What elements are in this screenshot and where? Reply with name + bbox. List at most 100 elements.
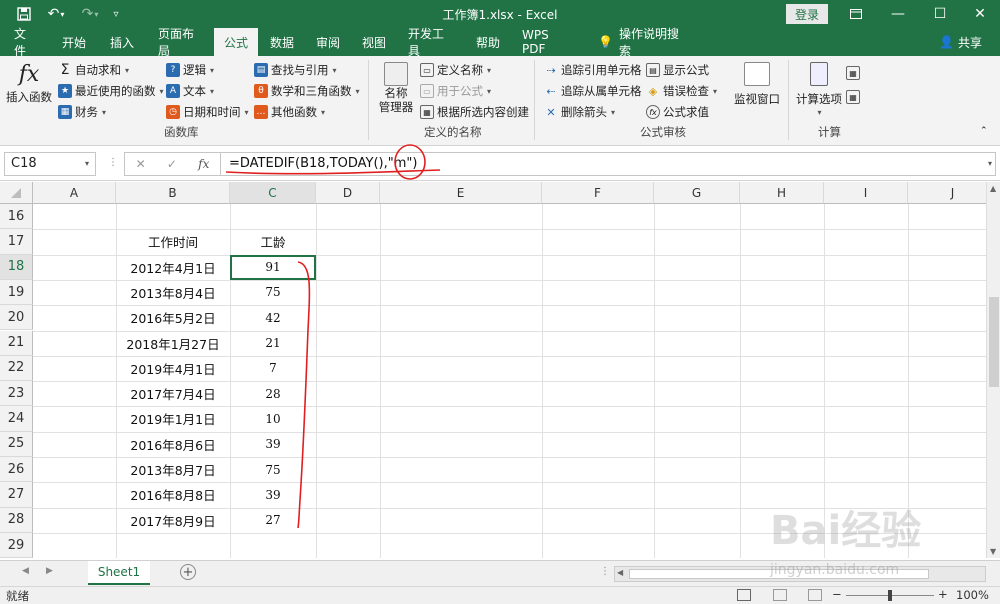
tab-home[interactable]: 开始 [54, 28, 94, 56]
sheet-bar-divider-icon[interactable]: ⋮ [600, 566, 610, 577]
cell-date[interactable]: 2018年1月27日 [116, 331, 230, 356]
column-header[interactable]: H [740, 182, 824, 204]
tab-insert[interactable]: 插入 [102, 28, 142, 56]
financial-button[interactable]: ▦ 财务 ▾ [58, 104, 106, 120]
create-from-selection-button[interactable]: ▦ 根据所选内容创建 [420, 104, 529, 120]
cell-months[interactable]: 75 [230, 280, 316, 305]
calculation-options-button[interactable]: 计算选项 ▾ [794, 62, 844, 120]
cancel-icon[interactable]: ✕ [136, 157, 146, 171]
row-header[interactable]: 19 [0, 279, 33, 306]
cell-date[interactable]: 2017年8月9日 [116, 508, 230, 533]
cell-months[interactable]: 28 [230, 381, 316, 406]
tab-formulas[interactable]: 公式 [214, 28, 258, 56]
text-functions-button[interactable]: A 文本 ▾ [166, 83, 214, 99]
prev-sheet-icon[interactable]: ◀ [22, 566, 29, 576]
tab-page-layout[interactable]: 页面布局 [150, 27, 212, 58]
cell-months[interactable]: 42 [230, 305, 316, 330]
row-header[interactable]: 21 [0, 330, 33, 356]
tab-wps-pdf[interactable]: WPS PDF [514, 28, 578, 56]
insert-function-button[interactable]: fx 插入函数 [4, 62, 54, 104]
row-header[interactable]: 24 [0, 406, 33, 432]
column-header[interactable]: F [542, 182, 654, 204]
cell-months[interactable]: 10 [230, 406, 316, 431]
trace-precedents-button[interactable]: ⇢ 追踪引用单元格 [544, 62, 641, 78]
formula-input[interactable]: =DATEDIF(B18,TODAY(),"m") [220, 152, 996, 176]
minimize-icon[interactable]: — [878, 0, 918, 28]
datetime-button[interactable]: ◷ 日期和时间 ▾ [166, 104, 249, 120]
more-functions-button[interactable]: … 其他函数 ▾ [254, 104, 325, 120]
trace-dependents-button[interactable]: ⇠ 追踪从属单元格 [544, 83, 641, 99]
ribbon-display-icon[interactable] [836, 0, 876, 28]
cell-months-selected[interactable]: 91 [230, 254, 316, 280]
vertical-scroll-thumb[interactable] [989, 297, 999, 387]
normal-view-icon[interactable] [737, 589, 751, 601]
tab-view[interactable]: 视图 [354, 28, 394, 56]
row-header[interactable]: 25 [0, 431, 33, 457]
enter-icon[interactable]: ✓ [167, 157, 177, 171]
cell-date[interactable]: 2019年1月1日 [116, 406, 230, 431]
recent-functions-button[interactable]: ★ 最近使用的函数 ▾ [58, 83, 164, 99]
zoom-in-icon[interactable]: + [938, 587, 948, 601]
cell-date[interactable]: 2016年5月2日 [116, 305, 230, 330]
column-header[interactable]: A [33, 182, 116, 204]
row-header[interactable]: 16 [0, 204, 33, 230]
cell-months[interactable]: 21 [230, 331, 316, 356]
close-icon[interactable]: ✕ [960, 0, 1000, 28]
share-button[interactable]: 👤 共享 [939, 28, 982, 56]
show-formulas-button[interactable]: ▤ 显示公式 [646, 62, 709, 78]
row-header[interactable]: 29 [0, 532, 33, 558]
scroll-down-icon[interactable]: ▼ [990, 547, 996, 556]
tab-file[interactable]: 文件 [6, 27, 44, 58]
insert-function-icon[interactable]: fx [198, 157, 209, 171]
column-header[interactable]: C [230, 182, 316, 204]
page-layout-view-icon[interactable] [773, 589, 787, 601]
tab-data[interactable]: 数据 [262, 28, 302, 56]
evaluate-formula-button[interactable]: fx 公式求值 [646, 104, 709, 120]
cell-months[interactable]: 75 [230, 457, 316, 482]
remove-arrows-button[interactable]: ✕ 删除箭头 ▾ [544, 104, 615, 120]
column-header[interactable]: D [316, 182, 380, 204]
calculate-now-button[interactable]: ▦ [846, 66, 860, 80]
watch-window-button[interactable]: 监视窗口 [730, 62, 784, 106]
autosum-button[interactable]: Σ 自动求和 ▾ [58, 62, 129, 78]
cell-date[interactable]: 2013年8月7日 [116, 457, 230, 482]
row-header[interactable]: 23 [0, 381, 33, 407]
cell-months[interactable]: 39 [230, 482, 316, 507]
define-name-button[interactable]: ▭ 定义名称 ▾ [420, 62, 491, 78]
cell-date[interactable]: 2019年4月1日 [116, 356, 230, 381]
select-all-corner[interactable] [0, 182, 33, 204]
name-manager-button[interactable]: 名称 管理器 [374, 62, 418, 114]
cell-date[interactable]: 2012年4月1日 [116, 255, 230, 280]
sheet-tab-sheet1[interactable]: Sheet1 [88, 561, 150, 585]
use-in-formula-button[interactable]: ▭ 用于公式 ▾ [420, 83, 491, 99]
tell-me-search[interactable]: 💡 操作说明搜索 [590, 27, 694, 58]
column-header[interactable]: E [380, 182, 542, 204]
zoom-level[interactable]: 100% [956, 588, 989, 602]
calculate-sheet-button[interactable]: ▦ [846, 90, 860, 104]
column-header[interactable]: J [908, 182, 986, 204]
name-box-dropdown-icon[interactable]: ▾ [85, 159, 89, 168]
zoom-out-icon[interactable]: − [832, 587, 842, 601]
expand-formula-icon[interactable]: ▾ [988, 159, 992, 168]
name-box[interactable]: C18 ▾ [4, 152, 96, 176]
row-header[interactable]: 28 [0, 507, 33, 533]
row-header[interactable]: 17 [0, 229, 33, 255]
cell-date[interactable]: 2016年8月8日 [116, 482, 230, 507]
login-button[interactable]: 登录 [786, 4, 828, 24]
scroll-left-icon[interactable]: ◀ [617, 568, 623, 577]
cell-months[interactable]: 7 [230, 356, 316, 381]
lookup-reference-button[interactable]: ▤ 查找与引用 ▾ [254, 62, 337, 78]
error-checking-button[interactable]: ◈ 错误检查 ▾ [646, 83, 717, 99]
cell-c17[interactable]: 工龄 [230, 229, 316, 254]
page-break-view-icon[interactable] [808, 589, 822, 601]
cell-date[interactable]: 2017年7月4日 [116, 381, 230, 406]
cell-date[interactable]: 2013年8月4日 [116, 280, 230, 305]
add-sheet-icon[interactable]: + [180, 564, 196, 580]
tab-help[interactable]: 帮助 [468, 28, 508, 56]
row-header[interactable]: 22 [0, 355, 33, 382]
next-sheet-icon[interactable]: ▶ [46, 566, 53, 576]
zoom-slider-thumb[interactable] [888, 590, 892, 601]
cell-b17[interactable]: 工作时间 [116, 229, 230, 254]
tab-developer[interactable]: 开发工具 [400, 27, 462, 58]
row-header[interactable]: 27 [0, 482, 33, 508]
